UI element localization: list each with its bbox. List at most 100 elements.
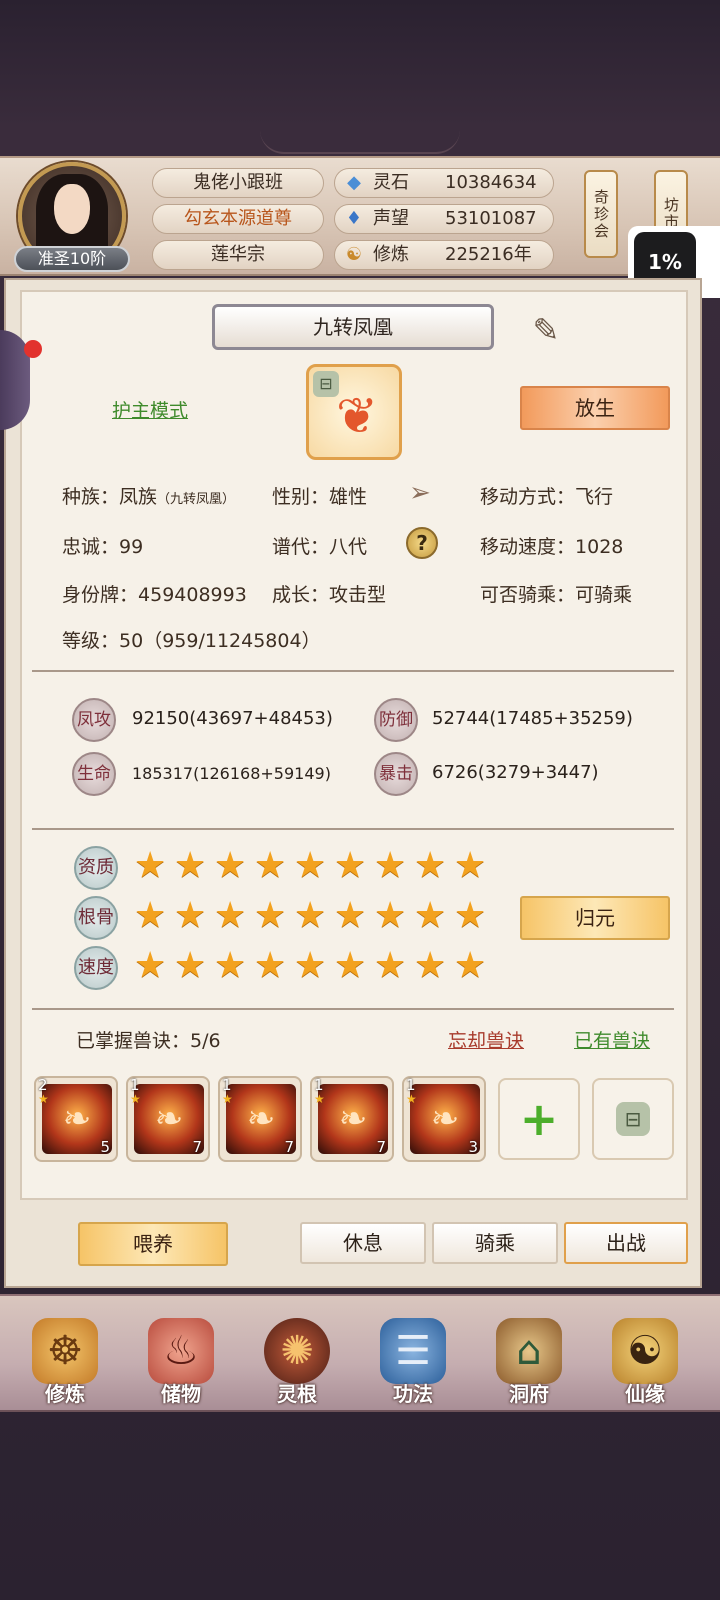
loyalty-value: 99 [119,536,144,558]
release-button[interactable]: 放生 [520,386,670,430]
star-icon: ★ [374,845,407,886]
loyalty-info: 忠诚：99 [62,532,143,559]
id-info: 身份牌：459408993 [62,580,247,607]
aptitude-badge: 资质 [74,846,118,890]
star-icon: ★ [134,845,167,886]
nav-techniques[interactable]: ☰ 功法 [358,1296,468,1414]
guard-mode-link[interactable]: 护主模式 [112,396,188,423]
attack-stat-value: 92150(43697+48453) [132,708,333,729]
race-value: 凤族 [119,486,158,508]
storage-bag-icon: ♨ [148,1318,214,1384]
star-icon: ★ [294,945,327,986]
star-icon: ★ [314,1092,325,1106]
gender-label: 性别： [272,486,330,508]
nav-spirit-root[interactable]: ✺ 灵根 [242,1296,352,1414]
rideable-label: 可否骑乘： [480,584,576,606]
star-icon: ★ [130,1092,141,1106]
restore-button[interactable]: 归元 [520,896,670,940]
cave-abode-icon: ⌂ [496,1318,562,1384]
star-icon: ★ [174,895,207,936]
gender-value: 雄性 [329,486,368,508]
lock-icon: ⊟ [313,371,339,397]
divider [32,670,674,672]
skill-level: 7 [284,1138,294,1156]
scripture-book-icon: ☰ [380,1318,446,1384]
star-icon: ★ [454,945,487,986]
race-sub: （九转凤凰） [157,492,236,507]
skill-slot[interactable]: ❧ 1 ★ 7 [126,1076,210,1162]
pet-portrait[interactable]: ❦ ⊟ [306,364,402,460]
growth-label: 成长： [272,584,330,606]
attack-stat-badge: 凤攻 [72,698,116,742]
star-icon: ★ [414,945,447,986]
resource-value: 10384634 [445,172,537,193]
rideable-info: 可否骑乘：可骑乘 [480,580,632,607]
generation-value: 八代 [329,536,368,558]
mastered-skills-count: 已掌握兽诀：5/6 [76,1030,221,1052]
star-icon: ★ [134,895,167,936]
battle-button[interactable]: 出战 [564,1222,688,1264]
star-icon: ★ [174,845,207,886]
defense-stat-value: 52744(17485+35259) [432,708,633,729]
defense-stat-badge: 防御 [374,698,418,742]
resource-value: 53101087 [445,208,537,229]
notification-dot [24,340,42,358]
nav-label: 仙缘 [625,1382,665,1406]
move-speed-info: 移动速度：1028 [480,532,623,559]
gender-info: 性别：雄性 [272,482,367,509]
spirit-root-icon: ✺ [264,1318,330,1384]
resource-cultivation: ☯ 修炼 225216年 [334,240,554,270]
treasure-fair-button[interactable]: 奇珍会 [584,170,618,258]
nav-label: 洞府 [509,1382,549,1406]
skill-slot[interactable]: ❧ 2 ★ 5 [34,1076,118,1162]
divider [32,1008,674,1010]
life-stat-badge: 生命 [72,752,116,796]
locked-skill-slot[interactable]: ⊟ [592,1078,674,1160]
rest-button[interactable]: 休息 [300,1222,426,1264]
gender-toggle-icon[interactable]: ➢ [404,478,436,508]
move-mode-info: 移动方式：飞行 [480,482,613,509]
star-icon: ★ [294,845,327,886]
nav-cultivate[interactable]: ☸ 修炼 [10,1296,120,1414]
skill-slot[interactable]: ❧ 1 ★ 7 [310,1076,394,1162]
star-icon: ★ [214,945,247,986]
move-mode-label: 移动方式： [480,486,576,508]
header-ornament [260,130,460,154]
star-icon: ★ [254,895,287,936]
player-sect: 莲华宗 [152,240,324,270]
prestige-icon: ♦ [345,208,363,229]
star-icon: ★ [38,1092,49,1106]
star-icon: ★ [134,945,167,986]
resource-label: 修炼 [373,244,409,265]
level-label: 等级： [62,630,120,652]
star-icon: ★ [254,945,287,986]
help-icon[interactable]: ? [406,527,438,559]
forget-skill-link[interactable]: 忘却兽诀 [448,1026,524,1053]
star-icon: ★ [414,895,447,936]
star-icon: ★ [334,945,367,986]
owned-skills-link[interactable]: 已有兽诀 [574,1026,650,1053]
race-info: 种族：凤族（九转凤凰） [62,482,235,509]
ride-button[interactable]: 骑乘 [432,1222,558,1264]
feed-button[interactable]: 喂养 [78,1222,228,1266]
rename-book-icon[interactable]: ✎ [520,310,572,350]
star-icon: ★ [334,895,367,936]
nav-fate[interactable]: ☯ 仙缘 [590,1296,700,1414]
crit-stat-badge: 暴击 [374,752,418,796]
resource-value: 225216年 [445,244,532,265]
player-title: 勾玄本源道尊 [152,204,324,234]
star-icon: ★ [454,895,487,936]
star-icon: ★ [406,1092,417,1106]
cultivation-icon: ☯ [345,244,363,265]
star-icon: ★ [294,895,327,936]
star-icon: ★ [454,845,487,886]
nav-cave-abode[interactable]: ⌂ 洞府 [474,1296,584,1414]
nav-storage[interactable]: ♨ 储物 [126,1296,236,1414]
skill-slot[interactable]: ❧ 1 ★ 3 [402,1076,486,1162]
nav-label: 修炼 [45,1382,85,1406]
race-label: 种族： [62,486,120,508]
divider [32,828,674,830]
life-stat-value: 185317(126168+59149) [132,764,331,783]
skill-slot[interactable]: ❧ 1 ★ 7 [218,1076,302,1162]
add-skill-slot[interactable]: + [498,1078,580,1160]
